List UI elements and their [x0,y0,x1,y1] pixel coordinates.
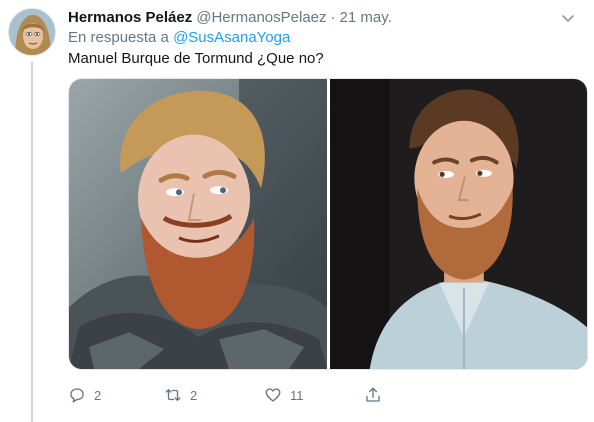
author-name[interactable]: Hermanos Peláez [68,9,192,26]
reply-mention-link[interactable]: @SusAsanaYoga [173,29,290,46]
retweet-count: 2 [190,387,198,403]
tweet-media[interactable] [68,78,588,370]
photo-tormund-image [69,79,327,369]
tweet-text: Manuel Burque de Tormund ¿Que no? [68,50,324,67]
tweet-timestamp[interactable]: 21 may. [340,9,392,26]
header-separator: · [330,8,336,26]
comment-icon [70,388,84,403]
share-icon [366,387,380,402]
photo-actor-image [330,79,587,369]
tweet-header: Hermanos Peláez @HermanosPelaez · 21 may… [68,8,582,26]
share-button[interactable] [364,384,390,406]
like-count: 11 [290,387,304,403]
thread-connector-line [31,62,33,422]
reply-context: En respuesta a @SusAsanaYoga [68,29,290,46]
author-handle[interactable]: @HermanosPelaez [196,9,326,26]
like-button[interactable]: 11 [264,384,304,406]
chevron-down-icon[interactable] [560,10,576,26]
retweet-icon [165,389,181,401]
tweet-actions: 2 2 11 [68,384,398,406]
retweet-button[interactable]: 2 [164,384,197,406]
reply-count: 2 [94,387,102,403]
heart-icon [265,388,281,402]
photo-tormund[interactable] [69,79,327,369]
avatar[interactable] [8,8,56,56]
reply-button[interactable]: 2 [68,384,101,406]
avatar-image [9,9,55,55]
reply-prefix: En respuesta a [68,29,169,46]
photo-actor[interactable] [330,79,587,369]
